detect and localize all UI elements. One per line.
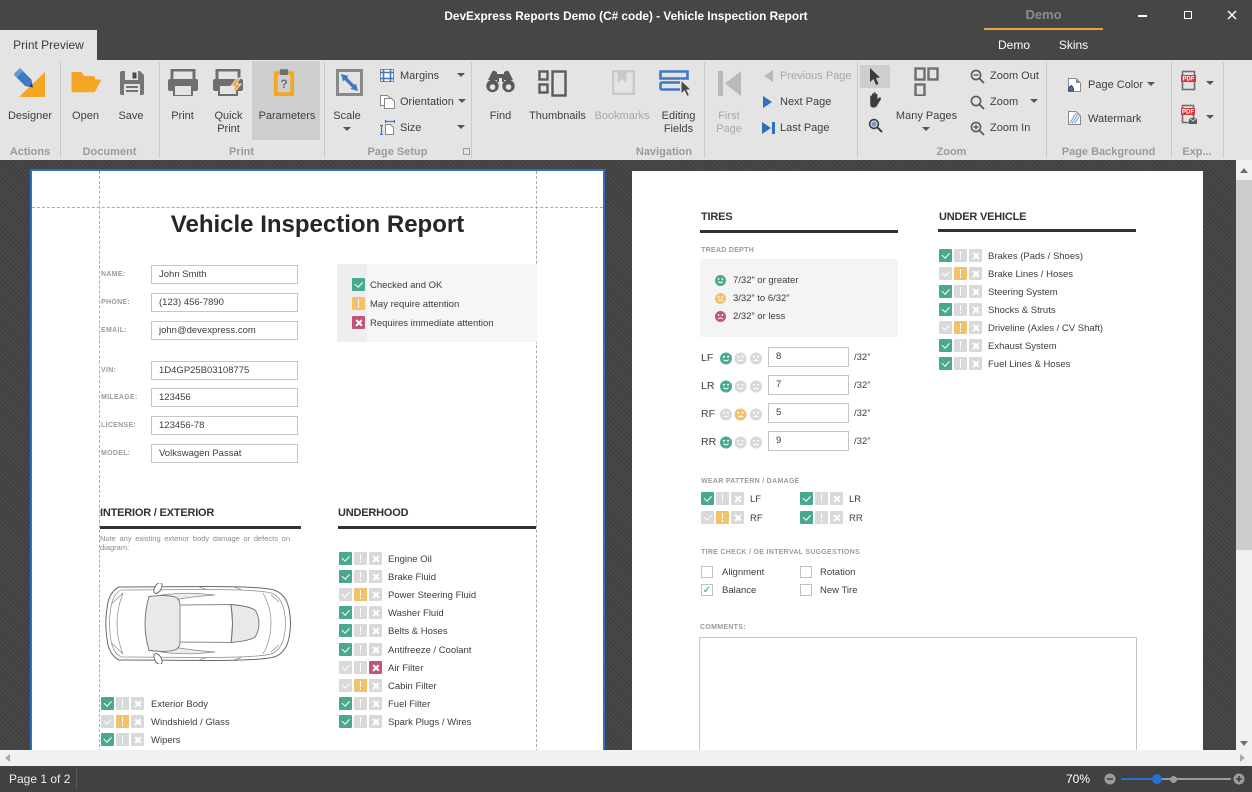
svg-text:?: ?	[280, 77, 287, 91]
svg-text:PDF: PDF	[1182, 110, 1194, 116]
svg-text:PDF: PDF	[1183, 77, 1195, 83]
